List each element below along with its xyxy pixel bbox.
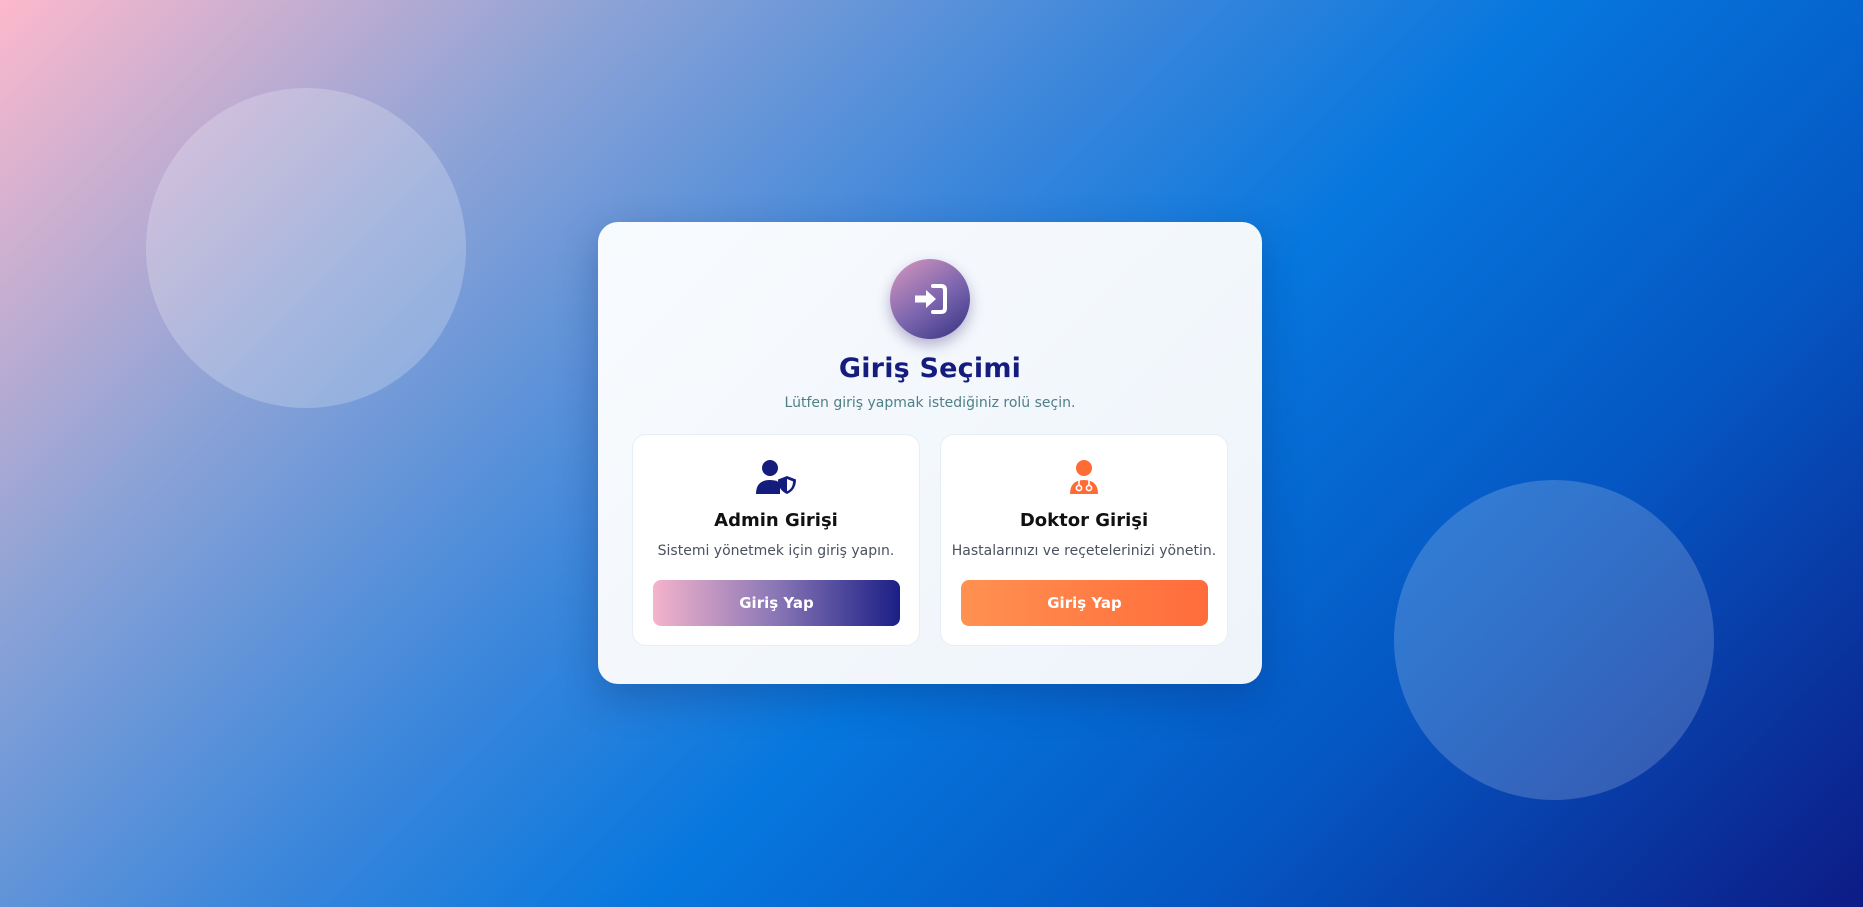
doctor-login-description: Hastalarınızı ve reçetelerinizi yönetin.: [951, 543, 1217, 559]
admin-login-title: Admin Girişi: [714, 510, 838, 531]
admin-login-description: Sistemi yönetmek için giriş yapın.: [657, 543, 895, 559]
doctor-login-button[interactable]: Giriş Yap: [961, 580, 1208, 626]
page-subtitle: Lütfen giriş yapmak istediğiniz rolü seç…: [784, 395, 1076, 411]
doctor-login-card: Doktor Girişi Hastalarınızı ve reçeteler…: [940, 434, 1228, 646]
page-title: Giriş Seçimi: [838, 353, 1022, 384]
admin-login-button[interactable]: Giriş Yap: [653, 580, 900, 626]
login-selection-card: Giriş Seçimi Lütfen giriş yapmak istediğ…: [598, 222, 1262, 684]
admin-login-card: Admin Girişi Sistemi yönetmek için giriş…: [632, 434, 920, 646]
sign-in-icon: [890, 259, 970, 339]
user-doctor-icon: [941, 459, 1227, 495]
background-circle-right: [1394, 480, 1714, 800]
doctor-login-title: Doktor Girişi: [1019, 510, 1149, 531]
user-shield-icon: [633, 459, 919, 495]
background-circle-left: [146, 88, 466, 408]
